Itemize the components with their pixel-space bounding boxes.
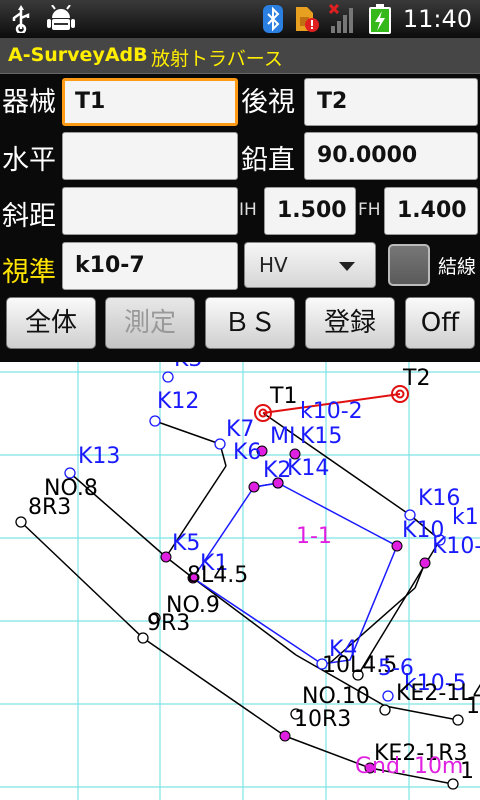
bs-button[interactable]: ＢＳ — [205, 297, 295, 349]
title-bar: A-SurveyAdB 放射トラバース — [0, 38, 480, 74]
label-8l4-5: 8L4.5 — [187, 563, 248, 588]
sight-field[interactable]: k10-7 — [62, 242, 238, 290]
label-gnd: Gnd. 10m — [355, 754, 463, 779]
label-t2: T2 — [402, 366, 430, 391]
label-k13: K13 — [78, 444, 120, 469]
label-k14: K14 — [287, 456, 329, 481]
mode-title: 放射トラバース — [151, 48, 283, 70]
label-k7: K7 — [226, 417, 254, 442]
horizontal-field[interactable] — [62, 132, 238, 180]
usb-icon — [12, 5, 30, 33]
label-k3: K3 — [174, 362, 202, 372]
label-8r3: 8R3 — [28, 495, 71, 520]
label-k12: K12 — [157, 389, 199, 414]
off-button[interactable]: Off — [405, 297, 475, 349]
signal-no-service-icon — [328, 4, 353, 33]
mode-select-value: HV — [259, 253, 288, 277]
status-bar: 11:40 — [0, 0, 480, 38]
map-canvas[interactable]: K3 K12 T1 T2 k10-2 K7 MI K15 K6 K13 K2 K… — [0, 362, 480, 800]
instrument-field[interactable]: T1 — [62, 78, 238, 126]
label-area: 1-1 — [296, 524, 332, 549]
register-button[interactable]: 登録 — [305, 297, 395, 349]
sight-label: 視準 — [2, 257, 56, 288]
label-one2: 1 — [460, 759, 474, 784]
fh-field[interactable]: 1.400 — [384, 187, 478, 235]
fh-label: FH — [358, 200, 381, 220]
label-mi: MI — [270, 424, 295, 449]
label-k15: K15 — [300, 424, 342, 449]
survey-map[interactable]: K3 K12 T1 T2 k10-2 K7 MI K15 K6 K13 K2 K… — [0, 362, 480, 800]
label-k10-dash: K10- — [432, 534, 480, 559]
label-no10: NO.10 — [302, 684, 370, 709]
label-t1: T1 — [269, 384, 297, 409]
vertical-field[interactable]: 90.0000 — [304, 132, 478, 180]
label-9r3: 9R3 — [147, 611, 190, 636]
battery-charging-icon — [368, 4, 391, 34]
connect-label: 結線 — [438, 256, 477, 278]
backsight-label: 後視 — [241, 87, 295, 118]
connect-checkbox[interactable] — [388, 244, 430, 286]
map-labels: K3 K12 T1 T2 k10-2 K7 MI K15 K6 K13 K2 K… — [28, 362, 480, 784]
ih-label: IH — [239, 200, 257, 220]
label-k5: K5 — [172, 531, 200, 556]
backsight-field[interactable]: T2 — [304, 78, 478, 126]
instrument-label: 器械 — [2, 87, 56, 118]
measure-button[interactable]: 測定 — [105, 297, 195, 349]
bluetooth-icon — [262, 5, 283, 33]
horizontal-label: 水平 — [2, 145, 56, 176]
clock: 11:40 — [402, 5, 472, 33]
vertical-label: 鉛直 — [241, 145, 295, 176]
label-k6: K6 — [233, 440, 261, 465]
slope-distance-label: 斜距 — [2, 201, 56, 232]
android-debug-icon — [47, 5, 75, 30]
label-k16b: k16 — [452, 505, 480, 530]
input-form: 器械 T1 後視 T2 水平 鉛直 90.0000 斜距 IH 1.500 FH… — [0, 74, 480, 362]
ih-field[interactable]: 1.500 — [264, 187, 356, 235]
map-points-open — [64, 371, 446, 702]
label-one: 1 — [466, 694, 480, 719]
slope-distance-field[interactable] — [62, 187, 238, 235]
chevron-down-icon — [339, 262, 355, 271]
label-k10-2: k10-2 — [300, 399, 363, 424]
app-title: A-SurveyAdB — [8, 44, 148, 66]
sim-alert-icon — [295, 7, 319, 32]
mode-select[interactable]: HV — [244, 242, 376, 288]
label-10r3: 10R3 — [294, 707, 351, 732]
all-button[interactable]: 全体 — [6, 297, 96, 349]
